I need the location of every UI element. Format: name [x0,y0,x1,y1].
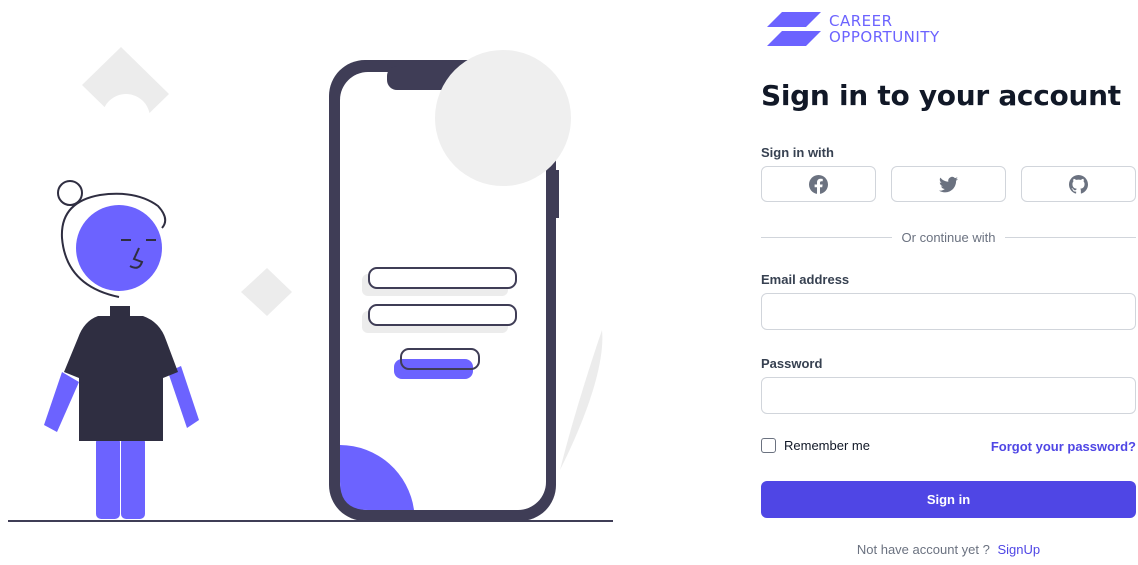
email-input[interactable] [761,293,1136,330]
twitter-button[interactable] [891,166,1006,202]
person-head [76,205,162,291]
signup-row: Not have account yet ? SignUp [761,542,1136,557]
brand-name-line2: OPPORTUNITY [829,28,940,46]
divider-line-right [1005,236,1136,238]
bg-shape-cutout [102,94,150,142]
person-leg-right [121,437,145,519]
phone-field-1 [368,267,517,289]
signup-link[interactable]: SignUp [997,542,1040,557]
brand-name-line1: CAREER [829,12,893,30]
or-divider: Or continue with [761,228,1136,246]
forgot-password-link[interactable]: Forgot your password? [991,439,1136,454]
brand-logo-icon [767,12,821,46]
social-signin-label: Sign in with [761,145,834,160]
brand-name: CAREER OPPORTUNITY [829,13,940,45]
signin-button[interactable]: Sign in [761,481,1136,518]
facebook-button[interactable] [761,166,876,202]
person-leg-left [96,437,120,519]
phone-field-2 [368,304,517,326]
remember-me[interactable]: Remember me [761,438,870,453]
divider-line-left [761,236,892,238]
github-button[interactable] [1021,166,1136,202]
twitter-icon [939,176,958,192]
github-icon [1069,174,1088,194]
login-illustration [0,0,620,560]
page-title: Sign in to your account [761,79,1121,112]
person-neck [110,306,130,320]
signup-prompt: Not have account yet ? [856,542,990,557]
remember-me-label[interactable]: Remember me [784,438,870,453]
person-arm-left [44,372,79,432]
brand-logo[interactable]: CAREER OPPORTUNITY [767,10,940,48]
person-shirt [64,316,178,441]
screen-circle [435,50,571,186]
facebook-icon [809,174,828,194]
remember-me-checkbox[interactable] [761,438,776,453]
divider-text: Or continue with [901,229,996,245]
email-label: Email address [761,272,850,287]
illustration-graphic [8,47,613,522]
password-label: Password [761,356,823,371]
person-hair-bun [57,180,83,206]
password-input[interactable] [761,377,1136,414]
signin-panel: CAREER OPPORTUNITY Sign in to your accou… [761,0,1136,560]
bg-diamond [241,268,292,316]
bg-leaf [560,330,603,470]
social-buttons [761,166,1136,202]
person-arm-right [168,366,199,428]
